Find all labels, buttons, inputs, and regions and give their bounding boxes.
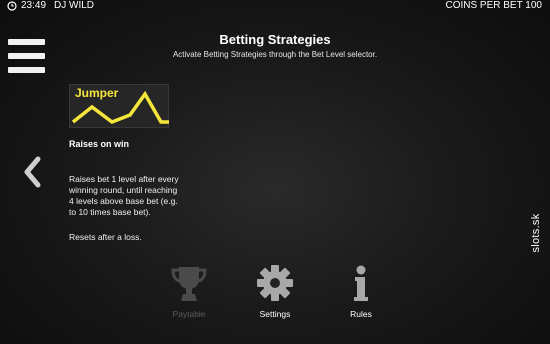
paytable-button[interactable]: Paytable: [159, 264, 219, 319]
coins-per-bet: COINS PER BET 100: [445, 0, 542, 11]
rules-label: Rules: [350, 309, 372, 319]
watermark: slots.sk: [526, 205, 550, 265]
strategy-description: Raises bet 1 level after every winning r…: [69, 174, 179, 217]
clock-icon: [7, 1, 17, 11]
strategy-graph: Jumper: [69, 84, 169, 128]
strategy-reset-note: Resets after a loss.: [69, 232, 142, 242]
chevron-left-icon[interactable]: [21, 155, 43, 189]
gear-icon: [257, 265, 293, 301]
info-icon: [354, 265, 368, 301]
settings-button[interactable]: Settings: [245, 264, 305, 319]
rules-button[interactable]: Rules: [331, 264, 391, 319]
page-title: Betting Strategies: [219, 32, 331, 47]
watermark-text: slots.sk: [530, 213, 542, 253]
game-name: DJ WILD: [54, 0, 94, 11]
clock-time: 23:49: [21, 0, 47, 11]
status-bar: 23:49 DJ WILD COINS PER BET 100: [0, 0, 550, 14]
page-subtitle: Activate Betting Strategies through the …: [172, 50, 378, 59]
settings-label: Settings: [259, 309, 291, 319]
trophy-icon: [171, 267, 207, 301]
strategy-name: Jumper: [75, 86, 119, 100]
paytable-label: Paytable: [172, 309, 206, 319]
strategy-trigger: Raises on win: [69, 139, 130, 149]
